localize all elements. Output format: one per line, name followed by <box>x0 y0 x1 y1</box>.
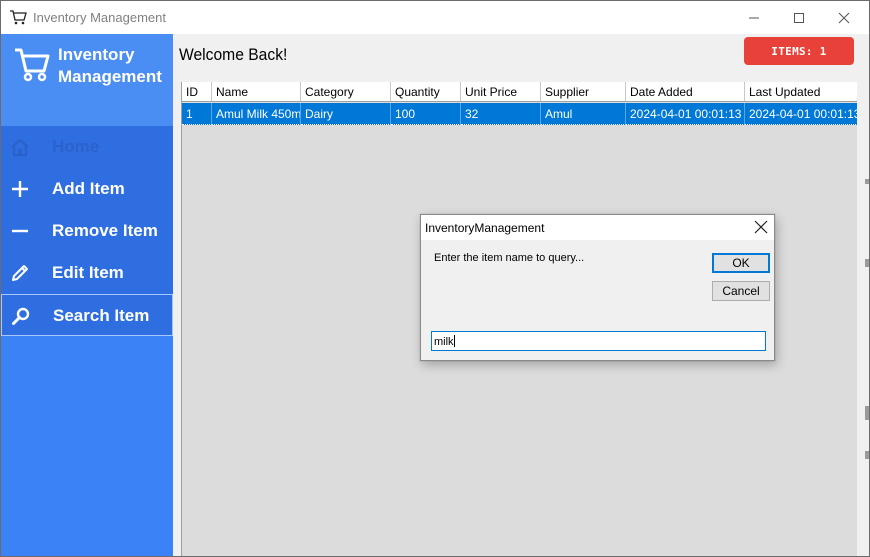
sidebar-item-label: Home <box>52 137 100 156</box>
sidebar-item-label: Remove Item <box>52 221 158 240</box>
close-icon <box>838 12 850 23</box>
sidebar-header: Inventory Management <box>1 34 173 126</box>
sidebar-item-label: Add Item <box>52 179 125 198</box>
query-dialog: InventoryManagement Enter the item name … <box>420 214 775 361</box>
items-count-badge: ITEMS: 1 <box>744 37 854 65</box>
title-bar: Inventory Management <box>1 1 869 34</box>
column-header-last-updated[interactable]: Last Updated <box>745 82 858 101</box>
maximize-icon <box>794 12 804 23</box>
minimize-icon <box>749 17 759 18</box>
cart-logo-icon <box>15 48 50 82</box>
query-input[interactable]: milk <box>431 331 766 351</box>
window-title: Inventory Management <box>33 10 166 25</box>
sidebar-item-label: Edit Item <box>52 263 124 282</box>
dialog-title: InventoryManagement <box>425 221 545 235</box>
column-header-quantity[interactable]: Quantity <box>391 82 461 101</box>
table-header: ID Name Category Quantity Unit Price Sup… <box>182 82 858 102</box>
column-header-date-added[interactable]: Date Added <box>626 82 745 101</box>
welcome-heading: Welcome Back! <box>179 45 288 64</box>
dialog-prompt: Enter the item name to query... <box>434 252 585 264</box>
dialog-close-icon[interactable] <box>754 220 768 234</box>
plus-icon <box>12 181 28 197</box>
app-window: Inventory Management Inventory Managemen… <box>0 0 870 557</box>
sidebar-item-remove[interactable]: Remove Item <box>1 210 173 252</box>
minimize-button[interactable] <box>731 1 777 34</box>
cell-quantity[interactable]: 100 <box>391 103 461 125</box>
cell-category[interactable]: Dairy <box>301 103 391 125</box>
vertical-scrollbar[interactable] <box>857 82 869 556</box>
text-caret <box>453 335 455 347</box>
sidebar: Inventory Management Home Add Item Remov… <box>1 34 173 556</box>
sidebar-title-line1: Inventory <box>58 45 135 64</box>
cart-icon <box>10 10 27 25</box>
table-row[interactable]: 1 Amul Milk 450ml Dairy 100 32 Amul 2024… <box>182 103 858 125</box>
close-button[interactable] <box>821 1 867 34</box>
sidebar-app-title: Inventory Management <box>58 44 162 88</box>
sidebar-item-edit[interactable]: Edit Item <box>1 252 173 294</box>
ok-button[interactable]: OK <box>712 253 770 273</box>
maximize-button[interactable] <box>776 1 822 34</box>
cell-name[interactable]: Amul Milk 450ml <box>212 103 301 125</box>
column-header-unit-price[interactable]: Unit Price <box>461 82 541 101</box>
minus-icon <box>12 229 28 233</box>
column-header-id[interactable]: ID <box>182 82 212 101</box>
cell-supplier[interactable]: Amul <box>541 103 626 125</box>
sidebar-item-label: Search Item <box>53 306 150 325</box>
cell-date-added[interactable]: 2024-04-01 00:01:13 <box>626 103 745 125</box>
column-header-category[interactable]: Category <box>301 82 391 101</box>
sidebar-item-search[interactable]: Search Item <box>1 294 173 336</box>
column-header-name[interactable]: Name <box>212 82 301 101</box>
cell-unit-price[interactable]: 32 <box>461 103 541 125</box>
home-icon <box>11 138 29 157</box>
dialog-title-bar: InventoryManagement <box>421 215 774 240</box>
cell-last-updated[interactable]: 2024-04-01 00:01:13 <box>745 103 858 125</box>
sidebar-item-home[interactable]: Home <box>1 126 173 168</box>
pencil-icon <box>12 265 28 281</box>
column-header-supplier[interactable]: Supplier <box>541 82 626 101</box>
sidebar-title-line2: Management <box>58 67 162 86</box>
cancel-button[interactable]: Cancel <box>712 281 770 301</box>
cell-id[interactable]: 1 <box>182 103 212 125</box>
query-input-value: milk <box>434 336 454 348</box>
sidebar-item-add[interactable]: Add Item <box>1 168 173 210</box>
search-icon <box>12 307 30 325</box>
sidebar-nav: Home Add Item Remove Item Edit Item Sear… <box>1 126 173 336</box>
